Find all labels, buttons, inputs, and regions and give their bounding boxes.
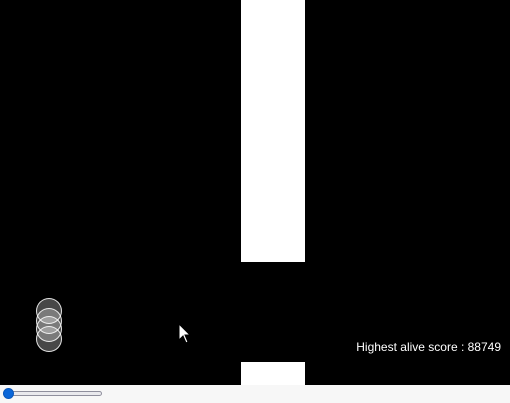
pipe-bottom	[241, 362, 305, 385]
speed-slider[interactable]	[3, 391, 102, 396]
highest-alive-score: Highest alive score : 88749	[356, 340, 501, 354]
mouse-cursor-icon	[178, 323, 192, 344]
pipe-top	[241, 0, 305, 262]
controls-bar	[0, 385, 510, 403]
speed-slider-thumb[interactable]	[3, 388, 14, 399]
bird	[36, 326, 62, 352]
game-canvas[interactable]: Highest alive score : 88749	[0, 0, 510, 385]
